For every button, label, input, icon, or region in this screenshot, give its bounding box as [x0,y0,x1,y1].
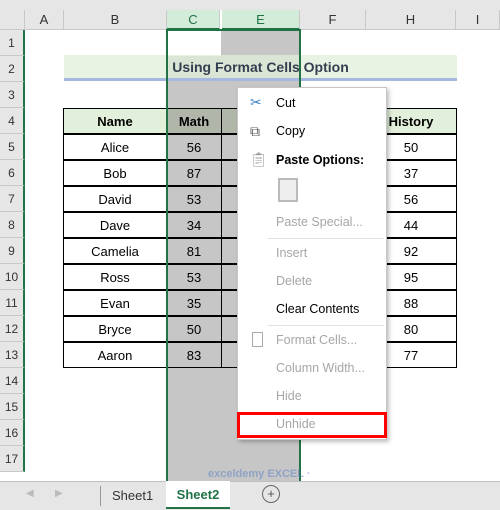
row-header-8[interactable]: 8 [0,212,25,238]
toolbar-strip [0,0,500,10]
row-header-2[interactable]: 2 [0,56,25,82]
col-header-e[interactable]: E [222,10,300,30]
col-header-f[interactable]: F [300,10,366,30]
menu-delete[interactable]: Delete [276,274,312,288]
scroll-right-icon[interactable]: ▶ [55,488,63,499]
divider [100,486,101,506]
cell-name[interactable]: Aaron [63,342,167,368]
col-header-c[interactable]: C [167,10,220,30]
cell-name[interactable]: David [63,186,167,212]
scroll-left-icon[interactable]: ◀ [26,488,34,499]
row-header-11[interactable]: 11 [0,290,25,316]
copy-icon: ⧉ [250,123,260,139]
col-header-h[interactable]: H [366,10,456,30]
unhide-highlight-box [237,412,387,438]
row-header-14[interactable]: 14 [0,368,25,394]
menu-cut[interactable]: Cut [276,96,295,110]
row-header-1[interactable]: 1 [0,30,25,56]
menu-format-cells[interactable]: Format Cells... [276,333,357,347]
cell-name[interactable]: Bryce [63,316,167,342]
tab-sheet2[interactable]: Sheet2 [166,481,230,509]
paste-option-icon[interactable] [278,178,298,202]
cell-name[interactable]: Alice [63,134,167,160]
col-header-b[interactable]: B [64,10,167,30]
menu-column-width[interactable]: Column Width... [276,361,365,375]
format-cells-icon [252,332,263,347]
row-header-5[interactable]: 5 [0,134,25,160]
row-header-4[interactable]: 4 [0,108,25,134]
col-header-i[interactable]: I [456,10,500,30]
row-header-16[interactable]: 16 [0,420,25,446]
menu-copy[interactable]: Copy [276,124,305,138]
row-header-15[interactable]: 15 [0,394,25,420]
paste-icon: 📋︎ [250,151,268,167]
row-header-7[interactable]: 7 [0,186,25,212]
row-header-6[interactable]: 6 [0,160,25,186]
sheet-tab-bar: ◀ ▶ Sheet1 Sheet2 + [0,481,500,510]
scissors-icon: ✂ [250,94,262,110]
select-all-corner[interactable] [0,10,25,30]
cell-name[interactable]: Camelia [63,238,167,264]
add-sheet-icon[interactable]: + [262,485,280,503]
col-header-a[interactable]: A [25,10,64,30]
cell-name[interactable]: Bob [63,160,167,186]
context-menu: ✂ Cut ⧉ Copy 📋︎ Paste Options: Paste Spe… [237,87,387,440]
cell-name[interactable]: Evan [63,290,167,316]
row-header-3[interactable]: 3 [0,82,25,108]
cell-name[interactable]: Ross [63,264,167,290]
row-header-10[interactable]: 10 [0,264,25,290]
cell-name[interactable]: Dave [63,212,167,238]
menu-insert[interactable]: Insert [276,246,307,260]
menu-separator [268,325,384,326]
menu-paste-special[interactable]: Paste Special... [276,215,363,229]
row-header-13[interactable]: 13 [0,342,25,368]
header-name[interactable]: Name [63,108,167,134]
row-header-17[interactable]: 17 [0,446,25,472]
menu-paste-options: Paste Options: [276,153,365,167]
row-header-9[interactable]: 9 [0,238,25,264]
menu-clear-contents[interactable]: Clear Contents [276,302,359,316]
row-header-12[interactable]: 12 [0,316,25,342]
tab-sheet1[interactable]: Sheet1 [112,488,153,503]
menu-separator [268,238,384,239]
menu-hide[interactable]: Hide [276,389,302,403]
